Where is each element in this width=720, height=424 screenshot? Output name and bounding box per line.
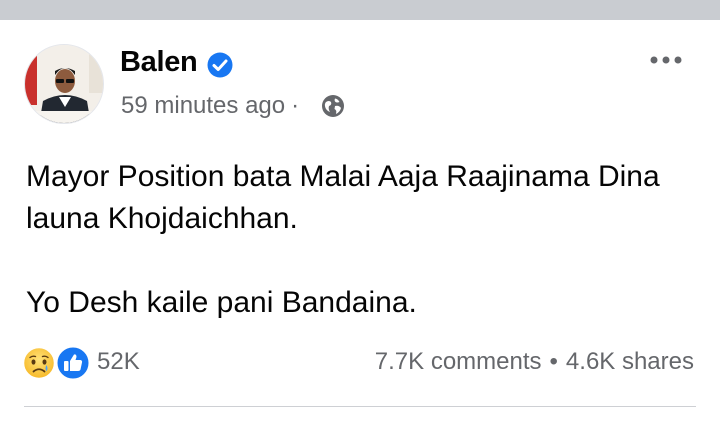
more-options-icon[interactable] bbox=[646, 48, 686, 72]
feed-separator-band bbox=[0, 0, 720, 20]
like-reaction-icon[interactable] bbox=[55, 345, 91, 381]
engagement-stats: 7.7K comments • 4.6K shares bbox=[375, 348, 694, 376]
author-name[interactable]: Balen bbox=[120, 46, 198, 79]
stats-separator: • bbox=[549, 348, 558, 375]
verified-badge-icon bbox=[207, 52, 233, 78]
comments-count[interactable]: 7.7K comments bbox=[375, 348, 542, 375]
avatar-image bbox=[25, 45, 103, 123]
post-text-paragraph-1: Mayor Position bata Malai Aaja Raajinama… bbox=[26, 160, 660, 235]
post-text-paragraph-2: Yo Desh kaile pani Bandaina. bbox=[26, 286, 417, 319]
sad-reaction-icon[interactable] bbox=[22, 346, 56, 380]
post-body: Mayor Position bata Malai Aaja Raajinama… bbox=[26, 156, 706, 324]
reaction-count[interactable]: 52K bbox=[97, 348, 140, 376]
meta-separator: · bbox=[291, 92, 300, 119]
author-avatar[interactable] bbox=[24, 44, 104, 124]
actions-divider bbox=[24, 406, 696, 407]
globe-icon[interactable] bbox=[320, 93, 346, 119]
shares-count[interactable]: 4.6K shares bbox=[566, 348, 694, 375]
post-timestamp[interactable]: 59 minutes ago bbox=[121, 92, 285, 119]
post-meta: 59 minutes ago · bbox=[121, 92, 305, 120]
